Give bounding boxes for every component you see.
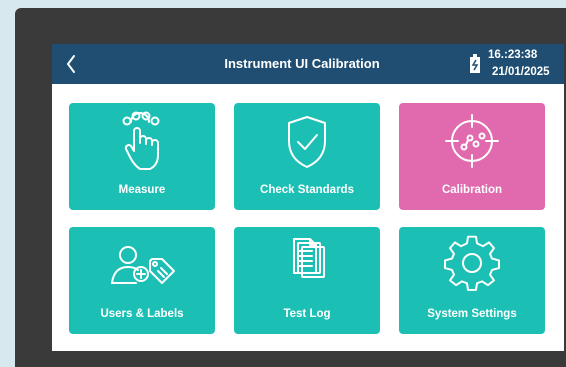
user-add-tag-icon [111,235,175,295]
tile-label: Test Log [283,308,331,320]
tile-label: Users & Labels [100,308,184,320]
clock-date: 21/01/2025 [492,66,550,78]
chevron-left-icon [67,55,75,73]
tile-label: Check Standards [260,184,354,196]
calibration-tile[interactable]: Calibration [399,103,545,210]
users-labels-tile[interactable]: Users & Labels [69,227,215,334]
measure-tile[interactable]: Measure [69,103,215,210]
system-settings-tile[interactable]: System Settings [399,227,545,334]
tile-label: System Settings [427,308,517,320]
header-bar: Instrument UI Calibration 16.:23:38 21/0… [52,44,564,84]
documents-icon [277,235,337,295]
back-button[interactable] [64,50,84,78]
check-standards-tile[interactable]: Check Standards [234,103,380,210]
shield-check-icon [277,111,337,171]
crosshair-target-icon [442,111,502,171]
touch-gesture-icon [112,111,172,171]
device-frame: Instrument UI Calibration 16.:23:38 21/0… [15,8,566,367]
screen: Instrument UI Calibration 16.:23:38 21/0… [52,44,564,351]
test-log-tile[interactable]: Test Log [234,227,380,334]
tile-label: Calibration [441,184,503,196]
page-title: Instrument UI Calibration [224,56,380,71]
gear-icon [442,235,502,295]
clock-time: 16.:23:38 [488,49,538,61]
battery-icon [469,54,481,74]
tile-label: Measure [118,184,166,196]
